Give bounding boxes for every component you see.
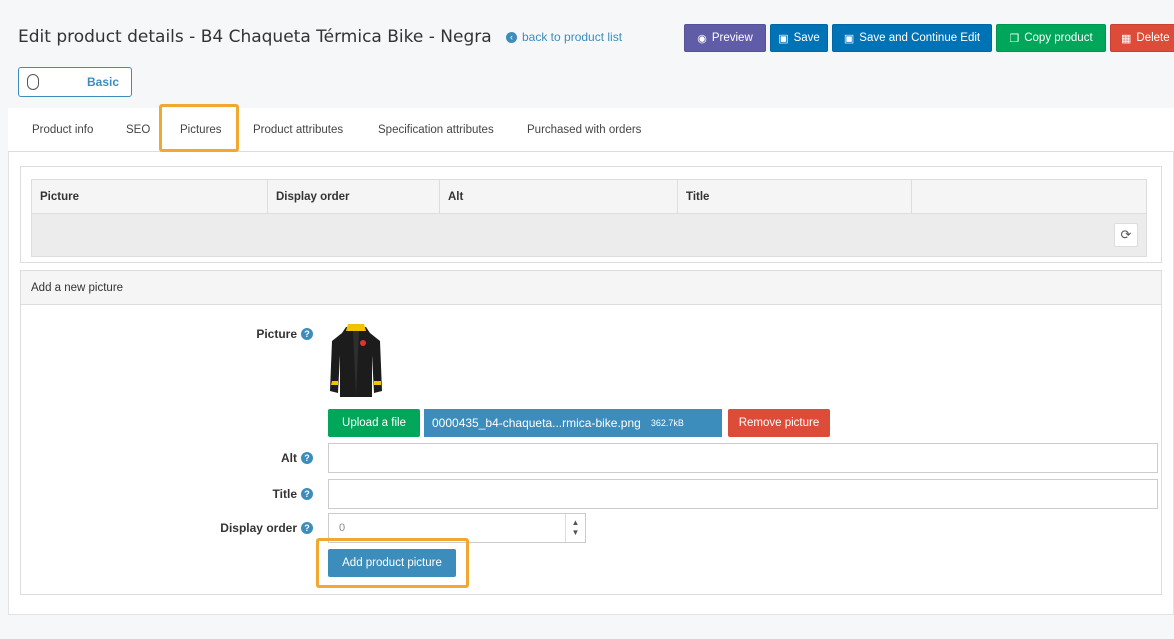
- column-title[interactable]: Title: [678, 180, 912, 214]
- column-actions: [912, 180, 1148, 214]
- pictures-panel: Picture Display order Alt Title ⟳: [20, 166, 1162, 263]
- back-link-label: back to product list: [522, 30, 623, 44]
- display-order-label-text: Display order: [220, 521, 297, 535]
- column-display-order[interactable]: Display order: [268, 180, 440, 214]
- title-label: Title ?: [273, 487, 313, 501]
- basic-mode-label: Basic: [87, 75, 120, 89]
- floppy-icon: ▣: [778, 32, 789, 45]
- display-order-input[interactable]: 0 ▲ ▼: [328, 513, 586, 543]
- preview-button[interactable]: ◉ Preview: [684, 24, 766, 52]
- tab-bar: Product info SEO Pictures Product attrib…: [8, 108, 1174, 152]
- delete-label: Delete: [1136, 32, 1170, 44]
- picture-label-text: Picture: [256, 327, 297, 341]
- tab-specification-attributes[interactable]: Specification attributes: [378, 108, 494, 152]
- tab-seo[interactable]: SEO: [126, 108, 150, 152]
- add-picture-panel: Add a new picture Picture ? Upload a fil…: [20, 270, 1162, 595]
- toggle-knob-icon: [27, 74, 39, 90]
- refresh-icon: ⟳: [1120, 227, 1132, 242]
- preview-label: Preview: [711, 32, 753, 44]
- title-label-text: Title: [272, 487, 297, 501]
- tab-product-attributes[interactable]: Product attributes: [253, 108, 343, 152]
- basic-mode-toggle[interactable]: Basic: [18, 67, 132, 97]
- back-to-list-link[interactable]: ‹ back to product list: [506, 30, 622, 44]
- alt-label-text: Alt: [281, 451, 297, 465]
- column-picture[interactable]: Picture: [32, 180, 268, 214]
- picture-label: Picture ?: [256, 327, 313, 341]
- page-title: Edit product details - B4 Chaqueta Térmi…: [18, 27, 492, 47]
- alt-input[interactable]: [328, 443, 1158, 473]
- copy-icon: ❐: [1009, 32, 1020, 45]
- help-icon[interactable]: ?: [301, 522, 313, 534]
- remove-picture-button[interactable]: Remove picture: [728, 409, 830, 437]
- save-button[interactable]: ▣ Save: [770, 24, 828, 52]
- save-continue-button[interactable]: ▣ Save and Continue Edit: [832, 24, 992, 52]
- jacket-thumbnail: [330, 324, 382, 397]
- chevron-down-icon[interactable]: ▼: [572, 529, 580, 537]
- file-size: 362.7kB: [650, 418, 684, 428]
- alt-label: Alt ?: [281, 451, 313, 465]
- chevron-up-icon[interactable]: ▲: [572, 519, 580, 527]
- trash-icon: ▦: [1121, 32, 1132, 45]
- pictures-table: Picture Display order Alt Title ⟳: [31, 179, 1147, 257]
- tab-pictures[interactable]: Pictures: [180, 108, 222, 152]
- tab-product-info[interactable]: Product info: [32, 108, 93, 152]
- uploaded-file-chip: 0000435_b4-chaqueta...rmica-bike.png 362…: [424, 409, 722, 437]
- column-alt[interactable]: Alt: [440, 180, 678, 214]
- help-icon[interactable]: ?: [301, 328, 313, 340]
- copy-label: Copy product: [1024, 32, 1093, 44]
- title-input[interactable]: [328, 479, 1158, 509]
- upload-file-button[interactable]: Upload a file: [328, 409, 420, 437]
- order-stepper[interactable]: ▲ ▼: [565, 514, 585, 542]
- eye-icon: ◉: [697, 32, 707, 45]
- display-order-label: Display order ?: [220, 521, 313, 535]
- help-icon[interactable]: ?: [301, 452, 313, 464]
- tab-content: Picture Display order Alt Title ⟳ Add a …: [8, 152, 1174, 615]
- save-continue-label: Save and Continue Edit: [859, 32, 981, 44]
- table-body: ⟳: [32, 214, 1146, 256]
- refresh-button[interactable]: ⟳: [1114, 223, 1138, 247]
- add-picture-heading: Add a new picture: [21, 271, 1161, 305]
- floppy-icon: ▣: [843, 32, 855, 45]
- copy-product-button[interactable]: ❐ Copy product: [996, 24, 1106, 52]
- add-product-picture-button[interactable]: Add product picture: [328, 549, 456, 577]
- delete-button[interactable]: ▦ Delete: [1110, 24, 1174, 52]
- tab-purchased-with-orders[interactable]: Purchased with orders: [527, 108, 641, 152]
- arrow-left-circle-icon: ‹: [506, 31, 517, 43]
- display-order-value: 0: [339, 522, 346, 534]
- help-icon[interactable]: ?: [301, 488, 313, 500]
- table-header: Picture Display order Alt Title: [32, 180, 1146, 214]
- file-name: 0000435_b4-chaqueta...rmica-bike.png: [432, 416, 641, 430]
- page: Edit product details - B4 Chaqueta Térmi…: [8, 8, 1174, 639]
- save-label: Save: [793, 32, 820, 44]
